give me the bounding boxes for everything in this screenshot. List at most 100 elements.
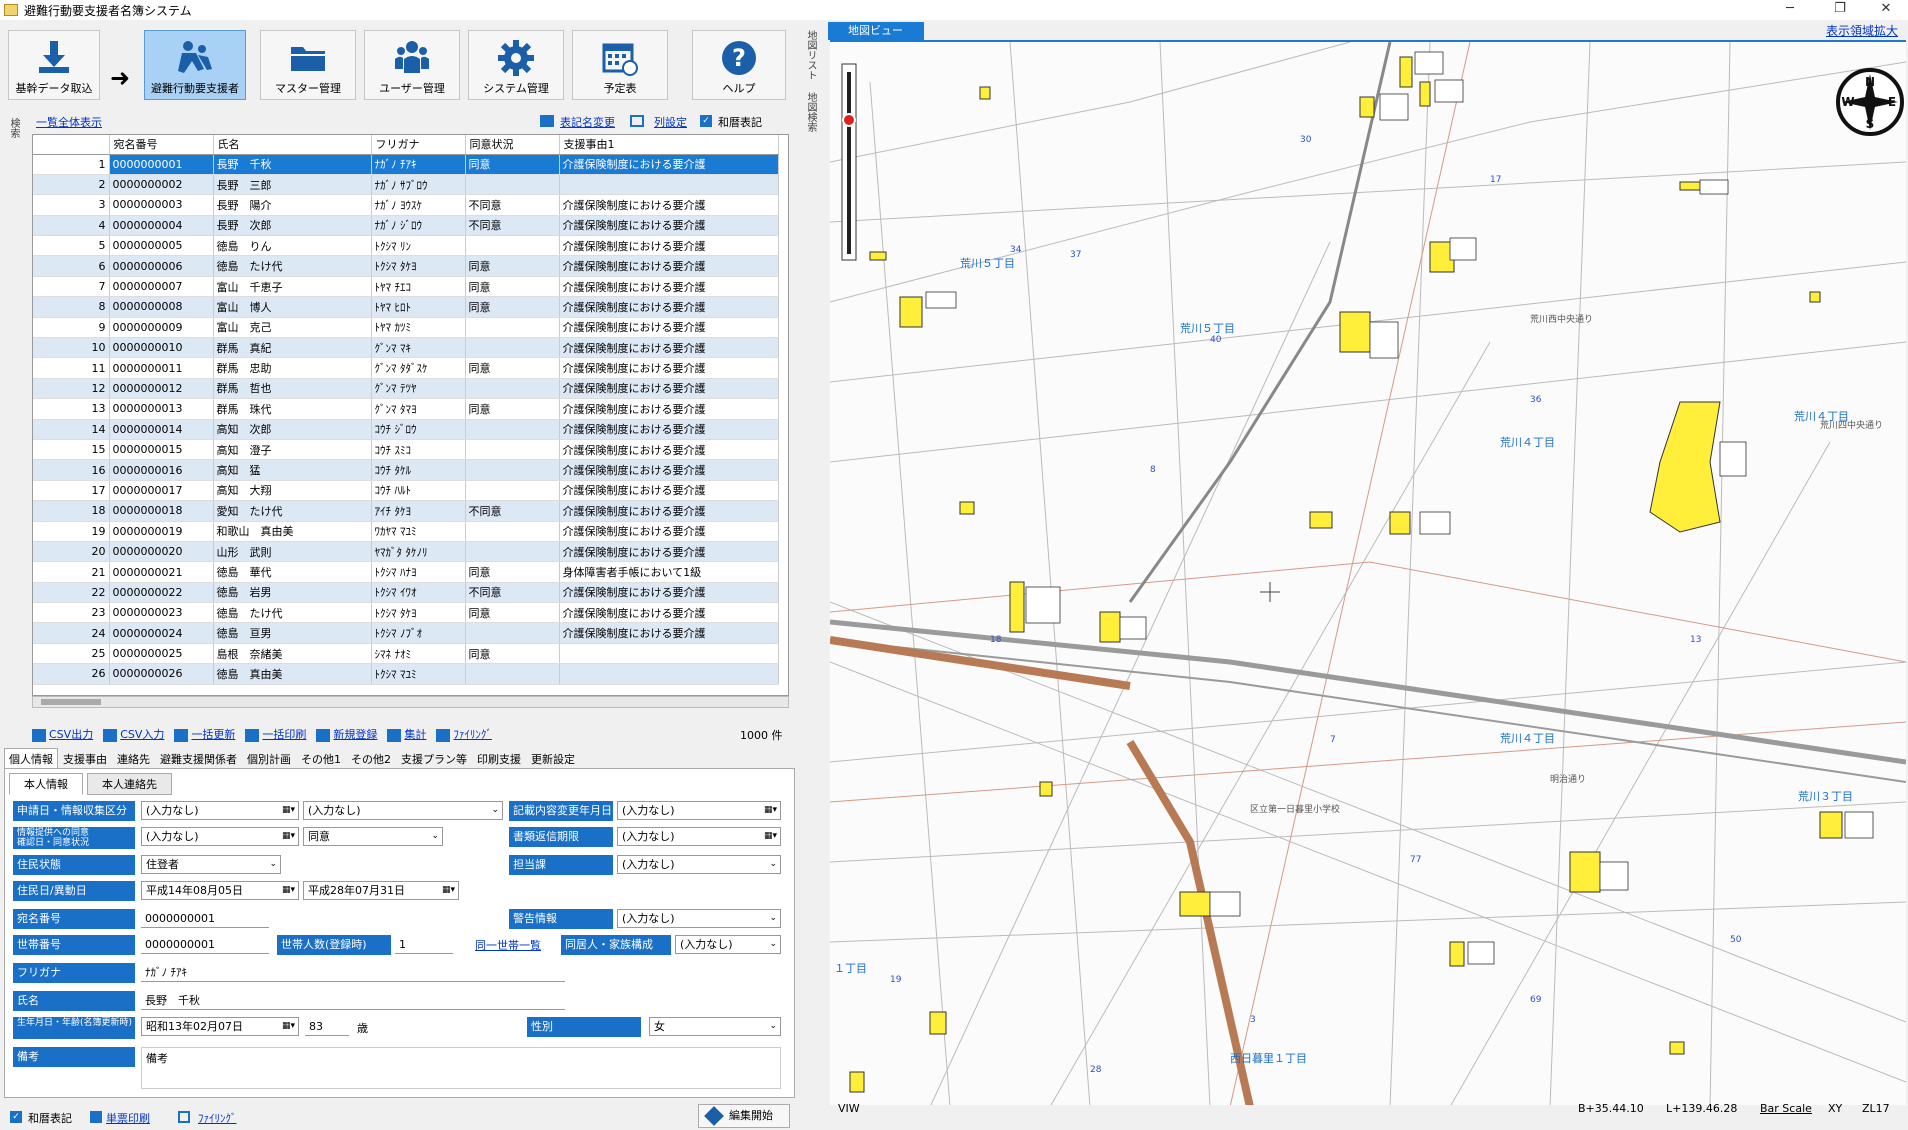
- row-number[interactable]: 13: [33, 398, 110, 420]
- col-name[interactable]: 氏名: [213, 135, 372, 155]
- same-household-link[interactable]: 同一世帯一覧: [475, 937, 541, 953]
- reason-cell[interactable]: 介護保険制度における要介護: [559, 419, 779, 440]
- bottom-wareki-checkbox[interactable]: ✓: [10, 1111, 22, 1123]
- search-side-tab[interactable]: 検索: [8, 118, 22, 141]
- address-number-cell[interactable]: 0000000007: [109, 276, 214, 298]
- reason-cell[interactable]: 介護保険制度における要介護: [559, 602, 779, 624]
- name-cell[interactable]: 島根 奈緒美: [213, 643, 372, 665]
- address-number-cell[interactable]: 0000000012: [109, 378, 214, 400]
- kana-cell[interactable]: ｸﾞﾝﾏ ﾀﾀﾞｽｹ: [371, 357, 466, 379]
- resident-status-select[interactable]: 住登者 ⌄: [141, 855, 281, 874]
- map-svg[interactable]: 34 37 30 17 40 36 8 18 7 13 77 69 50 3 19 28 荒川５丁目 荒…: [830, 42, 1906, 1105]
- tab-update-settings[interactable]: 更新設定: [526, 748, 580, 768]
- scroll-thumb[interactable]: [41, 699, 101, 705]
- import-data-button[interactable]: 基幹データ取込: [8, 30, 100, 100]
- name-cell[interactable]: 徳島 華代: [213, 561, 372, 583]
- consent-cell[interactable]: [465, 378, 560, 400]
- sex-select[interactable]: 女 ⌄: [649, 1017, 781, 1036]
- name-cell[interactable]: 富山 博人: [213, 296, 372, 318]
- consent-cell[interactable]: 同意: [465, 357, 560, 379]
- wareki-checkbox[interactable]: ✓: [700, 115, 712, 127]
- consent-cell[interactable]: [465, 480, 560, 502]
- close-button[interactable]: ✕: [1866, 0, 1906, 20]
- reason-cell[interactable]: 介護保険制度における要介護: [559, 398, 779, 420]
- filing-link[interactable]: ﾌｧｲﾘﾝｸﾞ: [436, 726, 492, 742]
- kana-cell[interactable]: ﾅｶﾞﾉ ｼﾞﾛｳ: [371, 215, 466, 237]
- schedule-button[interactable]: 予定表: [572, 30, 668, 100]
- address-number-cell[interactable]: 0000000018: [109, 500, 214, 522]
- subtab-self-contact[interactable]: 本人連絡先: [87, 773, 172, 795]
- reason-cell[interactable]: 介護保険制度における要介護: [559, 521, 779, 542]
- row-number[interactable]: 14: [33, 419, 110, 440]
- address-number-cell[interactable]: 0000000026: [109, 663, 214, 685]
- address-number-cell[interactable]: 0000000010: [109, 337, 214, 359]
- address-number-cell[interactable]: 0000000024: [109, 622, 214, 644]
- kana-cell[interactable]: ﾅｶﾞﾉ ﾁｱｷ: [371, 154, 466, 175]
- table-row[interactable]: 5 0000000005 徳島 りん ﾄｸｼﾏ ﾘﾝ 介護保険制度における要介護: [33, 235, 779, 257]
- reason-cell[interactable]: 介護保険制度における要介護: [559, 459, 779, 481]
- row-number[interactable]: 25: [33, 643, 110, 665]
- zoom-handle[interactable]: [842, 113, 856, 127]
- kana-cell[interactable]: ﾄﾔﾏ ﾁｴｺ: [371, 276, 466, 298]
- kana-cell[interactable]: ｺｳﾁ ｽﾐｺ: [371, 439, 466, 461]
- address-number-cell[interactable]: 0000000006: [109, 255, 214, 277]
- address-number-cell[interactable]: 0000000019: [109, 521, 214, 542]
- name-cell[interactable]: 徳島 岩男: [213, 582, 372, 604]
- address-number-cell[interactable]: 0000000025: [109, 643, 214, 665]
- grid-horizontal-scrollbar[interactable]: [32, 696, 789, 708]
- table-row[interactable]: 17 0000000017 高知 大翔 ｺｳﾁ ﾊﾙﾄ 介護保険制度における要介護: [33, 480, 779, 502]
- consent-date-input[interactable]: (入力なし) ▦▾: [141, 827, 299, 846]
- reason-cell[interactable]: 介護保険制度における要介護: [559, 480, 779, 502]
- row-number[interactable]: 10: [33, 337, 110, 359]
- tab-personal-info[interactable]: 個人情報: [4, 748, 58, 768]
- apply-date-input[interactable]: (入力なし) ▦▾: [141, 801, 299, 820]
- consent-cell[interactable]: [465, 541, 560, 563]
- address-number-cell[interactable]: 0000000008: [109, 296, 214, 318]
- birthdate-input[interactable]: 昭和13年02月07日 ▦▾: [141, 1017, 299, 1036]
- name-cell[interactable]: 徳島 亘男: [213, 622, 372, 644]
- aggregate-link[interactable]: 集計: [387, 726, 426, 742]
- name-cell[interactable]: 群馬 忠助: [213, 357, 372, 379]
- kana-cell[interactable]: ﾄﾔﾏ ｶﾂﾐ: [371, 317, 466, 339]
- document-deadline-input[interactable]: (入力なし) ▦▾: [617, 827, 781, 846]
- reason-cell[interactable]: [559, 663, 779, 685]
- record-change-date-input[interactable]: (入力なし) ▦▾: [617, 801, 781, 820]
- table-row[interactable]: 21 0000000021 徳島 華代 ﾄｸｼﾏ ﾊﾅﾖ 同意 身体障害者手帳において1級: [33, 561, 779, 583]
- bar-scale-toggle[interactable]: Bar Scale: [1760, 1102, 1812, 1115]
- name-cell[interactable]: 長野 三郎: [213, 174, 372, 196]
- name-cell[interactable]: 山形 武則: [213, 541, 372, 563]
- name-cell[interactable]: 高知 大翔: [213, 480, 372, 502]
- name-cell[interactable]: 長野 次郎: [213, 215, 372, 237]
- address-number-cell[interactable]: 0000000013: [109, 398, 214, 420]
- bottom-filing-link[interactable]: ﾌｧｲﾘﾝｸﾞ: [198, 1110, 237, 1126]
- row-number[interactable]: 15: [33, 439, 110, 461]
- row-number[interactable]: 3: [33, 194, 110, 216]
- kana-cell[interactable]: ﾜｶﾔﾏ ﾏﾕﾐ: [371, 521, 466, 542]
- table-row[interactable]: 6 0000000006 徳島 たけ代 ﾄｸｼﾏ ﾀｹﾖ 同意 介護保険制度における要介護: [33, 255, 779, 277]
- name-cell[interactable]: 富山 千恵子: [213, 276, 372, 298]
- address-number-cell[interactable]: 0000000014: [109, 419, 214, 440]
- name-cell[interactable]: 徳島 りん: [213, 235, 372, 257]
- name-cell[interactable]: 高知 猛: [213, 459, 372, 481]
- name-cell[interactable]: 長野 陽介: [213, 194, 372, 216]
- resident-date-input[interactable]: 平成14年08月05日 ▦▾: [141, 881, 299, 900]
- row-number[interactable]: 6: [33, 255, 110, 277]
- kana-cell[interactable]: ｱｲﾁ ﾀｹﾖ: [371, 500, 466, 522]
- table-row[interactable]: 24 0000000024 徳島 亘男 ﾄｸｼﾏ ﾉﾌﾞｵ 介護保険制度における要介護: [33, 622, 779, 644]
- consent-cell[interactable]: 同意: [465, 398, 560, 420]
- consent-cell[interactable]: [465, 439, 560, 461]
- row-number[interactable]: 20: [33, 541, 110, 563]
- consent-cell[interactable]: 同意: [465, 643, 560, 665]
- household-count-field[interactable]: 1: [395, 935, 453, 954]
- name-cell[interactable]: 高知 次郎: [213, 419, 372, 440]
- kana-cell[interactable]: ﾄｸｼﾏ ﾘﾝ: [371, 235, 466, 257]
- reason-cell[interactable]: [559, 174, 779, 196]
- reason-cell[interactable]: 介護保険制度における要介護: [559, 622, 779, 644]
- table-row[interactable]: 4 0000000004 長野 次郎 ﾅｶﾞﾉ ｼﾞﾛｳ 不同意 介護保険制度における要介…: [33, 215, 779, 237]
- tab-print-support[interactable]: 印刷支援: [472, 748, 526, 768]
- row-number[interactable]: 18: [33, 500, 110, 522]
- table-row[interactable]: 7 0000000007 富山 千恵子 ﾄﾔﾏ ﾁｴｺ 同意 介護保険制度における要介護: [33, 276, 779, 298]
- map-canvas[interactable]: 34 37 30 17 40 36 8 18 7 13 77 69 50 3 19 28 荒川５丁目 荒…: [830, 40, 1906, 1105]
- tab-evacuation-supporters[interactable]: 避難支援関係者: [155, 748, 242, 768]
- col-consent[interactable]: 同意状況: [465, 135, 560, 155]
